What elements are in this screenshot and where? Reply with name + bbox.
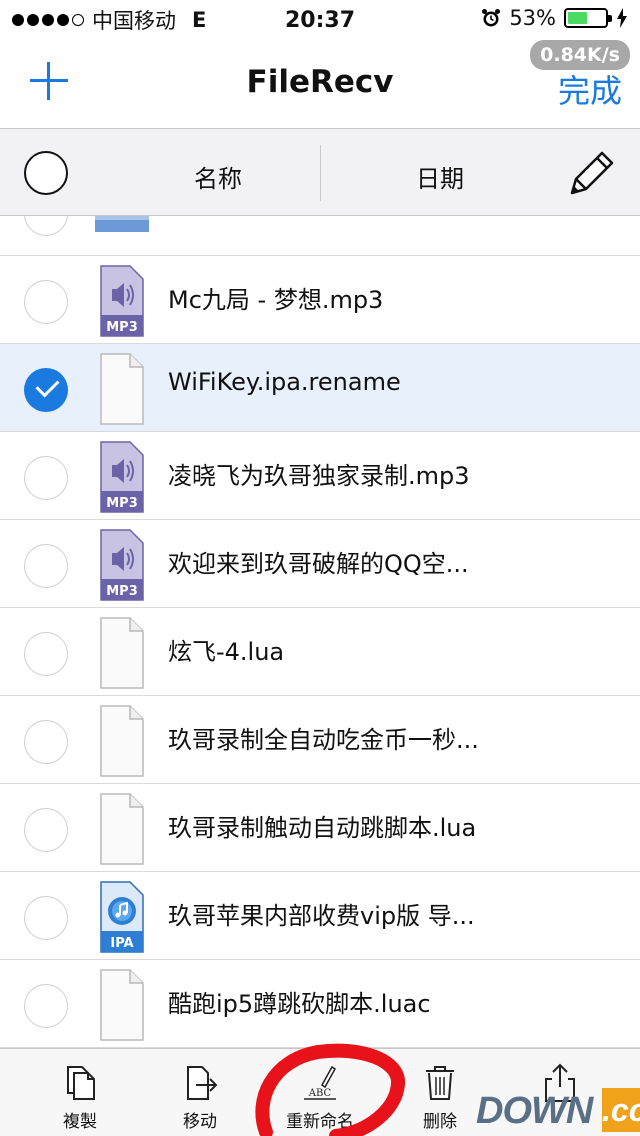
battery-icon <box>564 8 612 28</box>
row-checkbox[interactable] <box>24 896 68 940</box>
watermark-suffix: .cc <box>602 1088 640 1132</box>
navigation-bar: FileRecv 0.84K/s 完成 <box>0 40 640 128</box>
move-button[interactable]: 移动 <box>160 1049 240 1136</box>
file-name: 炫飞-4.lua <box>168 638 285 666</box>
network-type: E <box>192 8 207 32</box>
document-icon <box>100 353 144 425</box>
copy-icon <box>67 1066 95 1100</box>
file-list: MP3 Mc九局 - 梦想.mp3 WiFiKey.ipa.rename MP3 凌晓飞… <box>0 216 640 1048</box>
list-item[interactable]: MP3 欢迎来到玖哥破解的QQ空... <box>0 520 640 608</box>
status-right: 53% <box>481 6 628 30</box>
row-checkbox[interactable] <box>24 280 68 324</box>
file-name: Mc九局 - 梦想.mp3 <box>168 286 384 314</box>
list-item[interactable]: 玖哥录制触动自动跳脚本.lua <box>0 784 640 872</box>
mp3-file-icon: MP3 <box>100 441 144 513</box>
carrier-name: 中国移动 <box>92 9 176 33</box>
trash-icon <box>426 1066 454 1100</box>
file-name: 凌晓飞为玖哥独家录制.mp3 <box>168 462 470 490</box>
list-item[interactable]: 酷跑ip5蹲跳砍脚本.luac <box>0 960 640 1048</box>
file-name: 玖哥苹果内部收费vip版 导... <box>168 902 475 930</box>
svg-text:MP3: MP3 <box>106 584 138 599</box>
select-all-checkbox[interactable] <box>24 151 68 195</box>
delete-button[interactable]: 删除 <box>400 1049 480 1136</box>
file-name: 玖哥录制全自动吃金币一秒... <box>168 726 479 754</box>
pencil-icon[interactable] <box>566 149 616 199</box>
row-checkbox[interactable] <box>24 984 68 1028</box>
document-icon <box>100 705 144 777</box>
delete-label: 删除 <box>423 1112 457 1132</box>
file-name: 酷跑ip5蹲跳砍脚本.luac <box>168 990 431 1018</box>
watermark-text: DOWN <box>476 1090 593 1132</box>
move-icon <box>187 1066 218 1100</box>
file-name: 欢迎来到玖哥破解的QQ空... <box>168 550 469 578</box>
rename-icon-text: ABC <box>308 1088 332 1099</box>
watermark-logo: DOWN .cc <box>476 1086 640 1136</box>
list-item[interactable]: MP3 凌晓飞为玖哥独家录制.mp3 <box>0 432 640 520</box>
file-name: 玖哥录制触动自动跳脚本.lua <box>168 814 477 842</box>
header-divider <box>320 145 321 201</box>
list-item[interactable]: 玖哥录制全自动吃金币一秒... <box>0 696 640 784</box>
list-item[interactable]: WiFiKey.ipa.rename <box>0 344 640 432</box>
sort-header: 名称 日期 <box>0 128 640 216</box>
row-checkbox[interactable] <box>24 216 68 236</box>
list-item[interactable]: IPA 玖哥苹果内部收费vip版 导... <box>0 872 640 960</box>
sort-by-date-button[interactable]: 日期 <box>416 159 464 194</box>
rename-label: 重新命名 <box>286 1112 354 1132</box>
document-icon <box>100 793 144 865</box>
document-icon <box>100 969 144 1041</box>
row-checkbox[interactable] <box>24 544 68 588</box>
rename-icon: ABC <box>304 1065 336 1100</box>
rename-button[interactable]: ABC 重新命名 <box>270 1049 370 1136</box>
svg-text:MP3: MP3 <box>106 320 138 335</box>
document-icon <box>100 617 144 689</box>
list-item[interactable]: MP3 Mc九局 - 梦想.mp3 <box>0 256 640 344</box>
alarm-clock-icon <box>482 9 501 27</box>
copy-button[interactable]: 複製 <box>40 1049 120 1136</box>
done-button[interactable]: 完成 <box>558 66 622 112</box>
file-name: WiFiKey.ipa.rename <box>168 368 401 396</box>
ipa-file-icon: IPA <box>100 881 144 953</box>
folder-icon <box>95 216 149 232</box>
sort-by-name-button[interactable]: 名称 <box>194 159 242 194</box>
row-checkbox[interactable] <box>24 632 68 676</box>
row-checkbox[interactable] <box>24 808 68 852</box>
battery-percent: 53% <box>509 6 556 30</box>
copy-label: 複製 <box>63 1112 97 1132</box>
svg-text:IPA: IPA <box>110 936 133 951</box>
row-checkbox-checked[interactable] <box>24 368 68 412</box>
svg-text:MP3: MP3 <box>106 496 138 511</box>
mp3-file-icon: MP3 <box>100 265 144 337</box>
move-label: 移动 <box>183 1112 217 1132</box>
row-checkbox[interactable] <box>24 720 68 764</box>
list-item[interactable]: 炫飞-4.lua <box>0 608 640 696</box>
signal-strength-icon <box>12 14 84 26</box>
charging-bolt-icon <box>617 8 627 28</box>
status-bar: 中国移动 E 20:37 53% <box>0 0 640 40</box>
row-checkbox[interactable] <box>24 456 68 500</box>
mp3-file-icon: MP3 <box>100 529 144 601</box>
